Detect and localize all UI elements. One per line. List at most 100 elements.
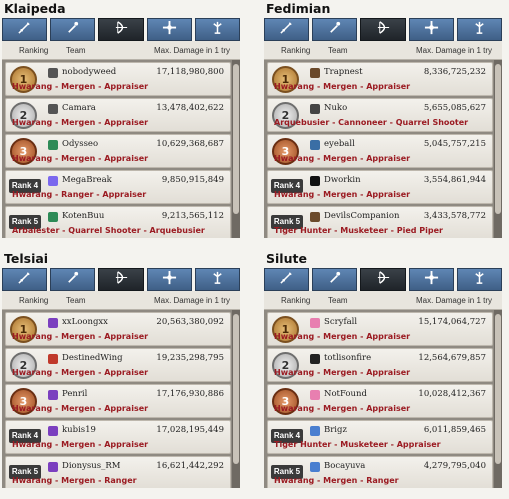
table-row[interactable]: 2 Camara 13,478,402,622 Hwarang - Mergen… (5, 98, 231, 132)
damage-value: 5,655,085,627 (423, 103, 486, 113)
scrollbar-thumb[interactable] (495, 314, 501, 464)
tab-bow[interactable] (360, 268, 406, 291)
team-name: Nuko (324, 103, 348, 113)
server-title: Telsiai (4, 251, 49, 266)
header-team: Team (328, 296, 348, 305)
header-damage: Max. Damage in 1 try (153, 46, 230, 55)
wand-icon (327, 270, 342, 289)
class-combo: Hwarang - Mergen - Appraiser (12, 154, 149, 163)
header-team: Team (66, 46, 86, 55)
header-ranking: Ranking (281, 46, 311, 55)
header-team: Team (328, 46, 348, 55)
tab-statue[interactable] (194, 18, 241, 41)
table-header: Ranking Team Max. Damage in 1 try (2, 291, 240, 310)
tab-sword[interactable] (264, 268, 310, 291)
damage-value: 9,850,915,849 (161, 175, 224, 185)
tab-cross[interactable] (408, 18, 454, 41)
table-row[interactable]: 3 Odysseo 10,629,368,687 Hwarang - Merge… (5, 134, 231, 168)
table-row[interactable]: 1 Scryfall 15,174,064,727 Hwarang - Merg… (267, 312, 493, 346)
scrollbar-thumb[interactable] (233, 64, 239, 214)
tab-wand[interactable] (50, 18, 96, 41)
scrollbar-thumb[interactable] (495, 64, 501, 214)
table-row[interactable]: Rank 5 Bocayuva 4,279,795,040 Hwarang - … (267, 456, 493, 488)
damage-value: 4,279,795,040 (423, 461, 486, 471)
team-name: kubis19 (62, 425, 96, 435)
scrollbar[interactable] (232, 310, 240, 488)
team-icon (310, 104, 320, 114)
tab-statue[interactable] (456, 268, 503, 291)
team-name: KotenBuu (62, 211, 105, 221)
tab-wand[interactable] (50, 268, 96, 291)
tab-bow[interactable] (98, 18, 144, 41)
table-row[interactable]: Rank 4 kubis19 17,028,195,449 Hwarang - … (5, 420, 231, 454)
ranking-list: 1 Trapnest 8,336,725,232 Hwarang - Merge… (264, 60, 494, 238)
team-name: DestinedWing (62, 353, 123, 363)
statue-icon (472, 270, 487, 289)
cross-icon (424, 270, 439, 289)
scrollbar-thumb[interactable] (233, 314, 239, 464)
tab-bow[interactable] (360, 18, 406, 41)
header-ranking: Ranking (19, 296, 49, 305)
class-tabs (2, 268, 241, 291)
class-combo: Tiger Hunter - Musketeer - Pied Piper (274, 226, 443, 235)
class-combo: Hwarang - Mergen - Appraiser (274, 332, 411, 341)
team-icon (310, 140, 320, 150)
table-row[interactable]: 3 NotFound 10,028,412,367 Hwarang - Merg… (267, 384, 493, 418)
table-row[interactable]: 2 DestinedWing 19,235,298,795 Hwarang - … (5, 348, 231, 382)
team-name: Camara (62, 103, 96, 113)
table-row[interactable]: 1 Trapnest 8,336,725,232 Hwarang - Merge… (267, 62, 493, 96)
damage-value: 5,045,757,215 (423, 139, 486, 149)
team-icon (48, 68, 58, 78)
table-row[interactable]: 1 nobodyweed 17,118,980,800 Hwarang - Me… (5, 62, 231, 96)
scrollbar[interactable] (494, 310, 502, 488)
team-name: totlisonfire (324, 353, 372, 363)
wand-icon (65, 20, 80, 39)
table-row[interactable]: 3 eyeball 5,045,757,215 Hwarang - Mergen… (267, 134, 493, 168)
tab-sword[interactable] (2, 18, 48, 41)
team-icon (48, 426, 58, 436)
table-header: Ranking Team Max. Damage in 1 try (264, 291, 502, 310)
table-row[interactable]: Rank 4 Dworkin 3,554,861,944 Hwarang - M… (267, 170, 493, 204)
team-name: xxLoongxx (62, 317, 108, 327)
tab-statue[interactable] (194, 268, 241, 291)
table-header: Ranking Team Max. Damage in 1 try (264, 41, 502, 60)
table-row[interactable]: Rank 5 Dionysus_RM 16,621,442,292 Hwaran… (5, 456, 231, 488)
table-row[interactable]: Rank 4 Brigz 6,011,859,465 Tiger Hunter … (267, 420, 493, 454)
team-icon (48, 212, 58, 222)
tab-bow[interactable] (98, 268, 144, 291)
table-row[interactable]: 3 Penril 17,176,930,886 Hwarang - Mergen… (5, 384, 231, 418)
class-tabs (264, 18, 503, 41)
statue-icon (472, 20, 487, 39)
class-combo: Arquebusier - Cannoneer - Quarrel Shoote… (274, 118, 469, 127)
damage-value: 12,564,679,857 (418, 353, 486, 363)
class-combo: Hwarang - Mergen - Ranger (12, 476, 137, 485)
scrollbar[interactable] (232, 60, 240, 238)
tab-cross[interactable] (146, 18, 192, 41)
tab-wand[interactable] (312, 18, 358, 41)
team-icon (48, 176, 58, 186)
damage-value: 6,011,859,465 (423, 425, 486, 435)
class-combo: Hwarang - Mergen - Appraiser (12, 332, 149, 341)
tab-wand[interactable] (312, 268, 358, 291)
table-row[interactable]: 2 Nuko 5,655,085,627 Arquebusier - Canno… (267, 98, 493, 132)
damage-value: 3,554,861,944 (423, 175, 486, 185)
cross-icon (162, 20, 177, 39)
tab-statue[interactable] (456, 18, 503, 41)
table-row[interactable]: 1 xxLoongxx 20,563,380,092 Hwarang - Mer… (5, 312, 231, 346)
header-damage: Max. Damage in 1 try (415, 46, 492, 55)
tab-sword[interactable] (264, 18, 310, 41)
bow-icon (376, 20, 391, 39)
team-icon (310, 68, 320, 78)
table-row[interactable]: 2 totlisonfire 12,564,679,857 Hwarang - … (267, 348, 493, 382)
tab-cross[interactable] (408, 268, 454, 291)
table-row[interactable]: Rank 5 KotenBuu 9,213,565,112 Arbalester… (5, 206, 231, 238)
scrollbar[interactable] (494, 60, 502, 238)
table-row[interactable]: Rank 4 MegaBreak 9,850,915,849 Hwarang -… (5, 170, 231, 204)
table-header: Ranking Team Max. Damage in 1 try (2, 41, 240, 60)
tab-cross[interactable] (146, 268, 192, 291)
team-name: Scryfall (324, 317, 358, 327)
table-row[interactable]: Rank 5 DevilsCompanion 3,433,578,772 Tig… (267, 206, 493, 238)
damage-value: 3,433,578,772 (423, 211, 486, 221)
leaderboard-panel-telsiai: Telsiai Ranking Team Max. Damage in 1 tr… (2, 250, 241, 488)
tab-sword[interactable] (2, 268, 48, 291)
